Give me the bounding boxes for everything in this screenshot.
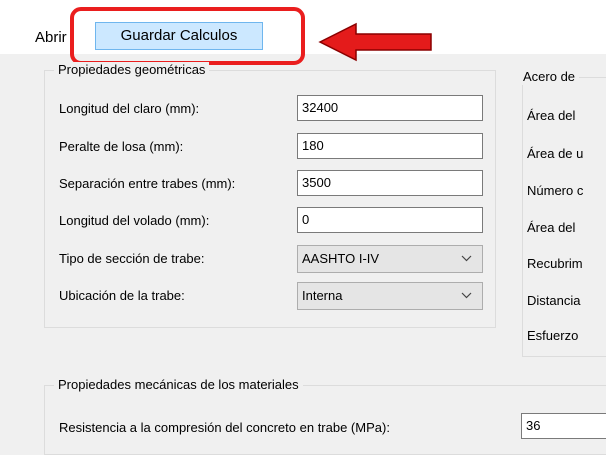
girder-location-label: Ubicación de la trabe: [59, 288, 185, 303]
arrow-left-icon [318, 22, 432, 62]
steel-label: Distancia [527, 293, 581, 308]
chevron-down-icon [461, 255, 472, 262]
section-type-select[interactable]: AASHTO I-IV [297, 245, 483, 273]
concrete-strength-input[interactable]: 36 [521, 413, 606, 439]
overhang-length-label: Longitud del volado (mm): [59, 213, 210, 228]
menu-item-open[interactable]: Abrir [35, 29, 67, 47]
geometric-properties-title: Propiedades geométricas [54, 62, 210, 78]
steel-label: Recubrim [527, 256, 583, 271]
section-type-label: Tipo de sección de trabe: [59, 251, 205, 266]
steel-label: Área del [527, 108, 576, 123]
steel-group-title: Acero de [519, 69, 580, 85]
slab-depth-input[interactable]: 180 [297, 133, 483, 159]
concrete-strength-label: Resistencia a la compresión del concreto… [59, 420, 390, 435]
steel-label: Número c [527, 183, 584, 198]
steel-label: Esfuerzo [527, 328, 579, 343]
girder-spacing-label: Separación entre trabes (mm): [59, 176, 236, 191]
steel-label: Área del [527, 220, 576, 235]
span-length-input[interactable]: 32400 [297, 95, 483, 121]
steel-label: Área de u [527, 146, 584, 161]
highlight-box [70, 7, 305, 65]
girder-spacing-input[interactable]: 3500 [297, 170, 483, 196]
section-type-value: AASHTO I-IV [302, 251, 380, 266]
girder-location-value: Interna [302, 288, 343, 303]
girder-location-select[interactable]: Interna [297, 282, 483, 310]
slab-depth-label: Peralte de losa (mm): [59, 139, 184, 154]
span-length-label: Longitud del claro (mm): [59, 101, 200, 116]
chevron-down-icon [461, 292, 472, 299]
overhang-length-input[interactable]: 0 [297, 207, 483, 233]
mechanical-properties-title: Propiedades mecánicas de los materiales [54, 377, 303, 393]
